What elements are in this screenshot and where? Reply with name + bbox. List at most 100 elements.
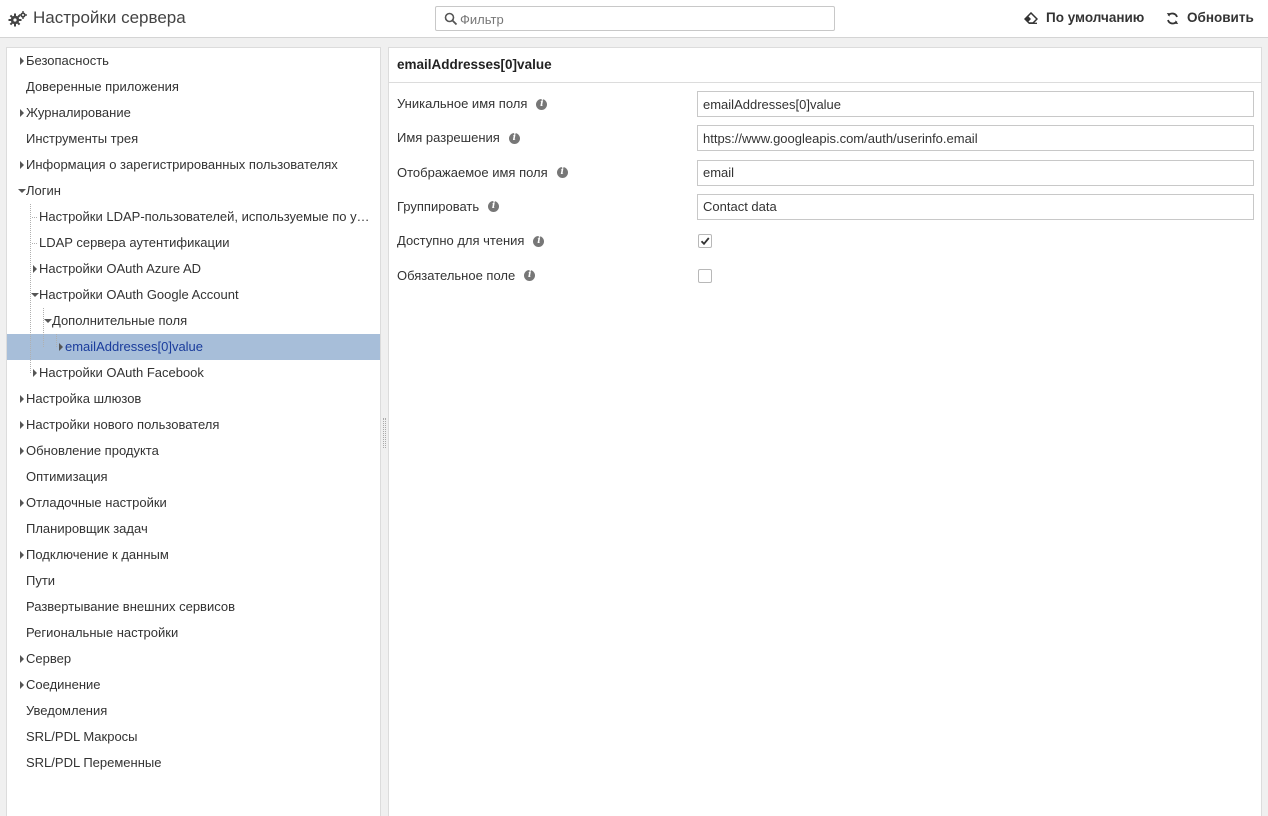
checkbox-checked[interactable]	[698, 234, 712, 249]
info-icon[interactable]: i	[533, 235, 545, 247]
field-label: Отображаемое имя поля i	[397, 165, 568, 181]
tree-item[interactable]: emailAddresses[0]value	[7, 334, 380, 360]
tree-item[interactable]: Настройка шлюзов	[7, 386, 380, 412]
field-input[interactable]	[697, 91, 1254, 117]
tree-item-label: Планировщик задач	[26, 521, 148, 536]
info-icon[interactable]: i	[556, 167, 568, 179]
tree-item[interactable]: Сервер	[7, 646, 380, 672]
tree-item-label: LDAP сервера аутентификации	[39, 235, 230, 250]
tree-item[interactable]: Логин	[7, 178, 380, 204]
tree-item-label: Журналирование	[26, 105, 131, 120]
details-panel: emailAddresses[0]value Уникальное имя по…	[388, 47, 1262, 816]
field-label-text: Группировать	[397, 198, 480, 214]
tree-item-label: SRL/PDL Переменные	[26, 755, 162, 770]
info-icon[interactable]: i	[508, 132, 520, 144]
tree-item[interactable]: Настройки нового пользователя	[7, 412, 380, 438]
caret-right-icon[interactable]	[16, 100, 26, 126]
reset-default-button[interactable]: По умолчанию	[1024, 10, 1144, 26]
tree-item[interactable]: Отладочные настройки	[7, 490, 380, 516]
field-input[interactable]	[697, 193, 1254, 220]
tree-item[interactable]: Настройки OAuth Azure AD	[7, 256, 380, 282]
tree-item-label: Настройки OAuth Azure AD	[39, 261, 202, 276]
tree-item[interactable]: Оптимизация	[7, 464, 380, 490]
tree-item-label: Логин	[26, 183, 61, 198]
tree-item[interactable]: Соединение	[7, 672, 380, 698]
tree-item-label: Отладочные настройки	[26, 495, 167, 510]
info-icon[interactable]: i	[536, 98, 548, 110]
tree-item[interactable]: SRL/PDL Макросы	[7, 724, 380, 750]
tree-item[interactable]: Журналирование	[7, 100, 380, 126]
caret-right-icon[interactable]	[16, 490, 26, 516]
caret-right-icon[interactable]	[16, 672, 26, 698]
tree-connector	[32, 243, 37, 244]
info-icon[interactable]: i	[524, 270, 536, 281]
tree-item-label: Доверенные приложения	[26, 79, 179, 94]
field-label: Уникальное имя поля i	[397, 96, 548, 112]
refresh-icon	[1166, 12, 1179, 24]
info-icon[interactable]: i	[488, 201, 500, 213]
tree-item[interactable]: Настройки OAuth Google Account	[7, 282, 380, 308]
tree-item-label: Уведомления	[26, 703, 108, 718]
search-icon	[444, 12, 458, 26]
gears-icon	[8, 10, 28, 28]
tree-item[interactable]: Уведомления	[7, 698, 380, 724]
field-label: Группировать i	[397, 198, 500, 215]
tree-item-label: Настройки LDAP-пользователей, используем…	[39, 209, 377, 224]
caret-right-icon[interactable]	[16, 152, 26, 178]
tree-item[interactable]: Развертывание внешних сервисов	[7, 594, 380, 620]
tree-item-label: Пути	[26, 573, 56, 588]
tree-item-label: Настройки OAuth Google Account	[39, 287, 239, 302]
tree-item-label: Инструменты трея	[26, 131, 139, 146]
field-input[interactable]	[697, 125, 1254, 152]
filter-box[interactable]	[435, 6, 835, 31]
eraser-icon	[1024, 12, 1038, 24]
tree-item[interactable]: Информация о зарегистрированных пользова…	[7, 152, 380, 178]
details-divider	[389, 82, 1261, 83]
tree-item[interactable]: Пути	[7, 568, 380, 594]
refresh-button[interactable]: Обновить	[1166, 10, 1254, 26]
checkbox-unchecked[interactable]	[698, 268, 712, 283]
tree-item-label: Безопасность	[26, 53, 109, 68]
tree-item[interactable]: Настройки LDAP-пользователей, используем…	[7, 204, 380, 230]
tree-item-label: SRL/PDL Макросы	[26, 729, 138, 744]
tree-item[interactable]: Подключение к данным	[7, 542, 380, 568]
tree-item-label: Развертывание внешних сервисов	[26, 599, 235, 614]
caret-right-icon[interactable]	[16, 542, 26, 568]
field-label-text: Обязательное поле	[397, 267, 516, 283]
app-header: Настройки сервера По умолчанию Обновить	[0, 0, 1268, 38]
filter-input[interactable]	[460, 10, 820, 28]
caret-right-icon[interactable]	[16, 48, 26, 74]
caret-right-icon[interactable]	[16, 646, 26, 672]
field-label-text: Отображаемое имя поля	[397, 164, 548, 180]
tree-item[interactable]: Безопасность	[7, 48, 380, 74]
refresh-label: Обновить	[1187, 10, 1254, 25]
tree-guide-line	[56, 334, 57, 347]
tree-item[interactable]: Инструменты трея	[7, 126, 380, 152]
caret-right-icon[interactable]	[16, 386, 26, 412]
tree-item[interactable]: Дополнительные поля	[7, 308, 380, 334]
tree-guide-line	[30, 204, 31, 373]
page-title: Настройки сервера	[33, 8, 186, 27]
details-title: emailAddresses[0]value	[397, 57, 552, 72]
tree-item[interactable]: Обновление продукта	[7, 438, 380, 464]
field-input[interactable]	[697, 159, 1254, 186]
tree-item-label: Дополнительные поля	[52, 313, 188, 328]
tree-item[interactable]: Региональные настройки	[7, 620, 380, 646]
tree-item[interactable]: LDAP сервера аутентификации	[7, 230, 380, 256]
field-label-text: Доступно для чтения	[397, 233, 525, 249]
tree-item-label: Информация о зарегистрированных пользова…	[26, 157, 338, 172]
caret-down-icon[interactable]	[16, 178, 26, 204]
caret-right-icon[interactable]	[16, 412, 26, 438]
tree-item-label: Настройки нового пользователя	[26, 417, 220, 432]
check-icon	[700, 237, 710, 246]
tree-item[interactable]: Настройки OAuth Facebook	[7, 360, 380, 386]
tree-item[interactable]: SRL/PDL Переменные	[7, 750, 380, 776]
field-label: Обязательное поле i	[397, 267, 536, 284]
field-label: Доступно для чтения i	[397, 233, 545, 249]
tree-item[interactable]: Доверенные приложения	[7, 74, 380, 100]
tree-item-label: Соединение	[26, 677, 101, 692]
tree-item-label: Подключение к данным	[26, 547, 169, 562]
tree-item[interactable]: Планировщик задач	[7, 516, 380, 542]
caret-right-icon[interactable]	[16, 438, 26, 464]
panel-splitter[interactable]	[383, 418, 386, 448]
